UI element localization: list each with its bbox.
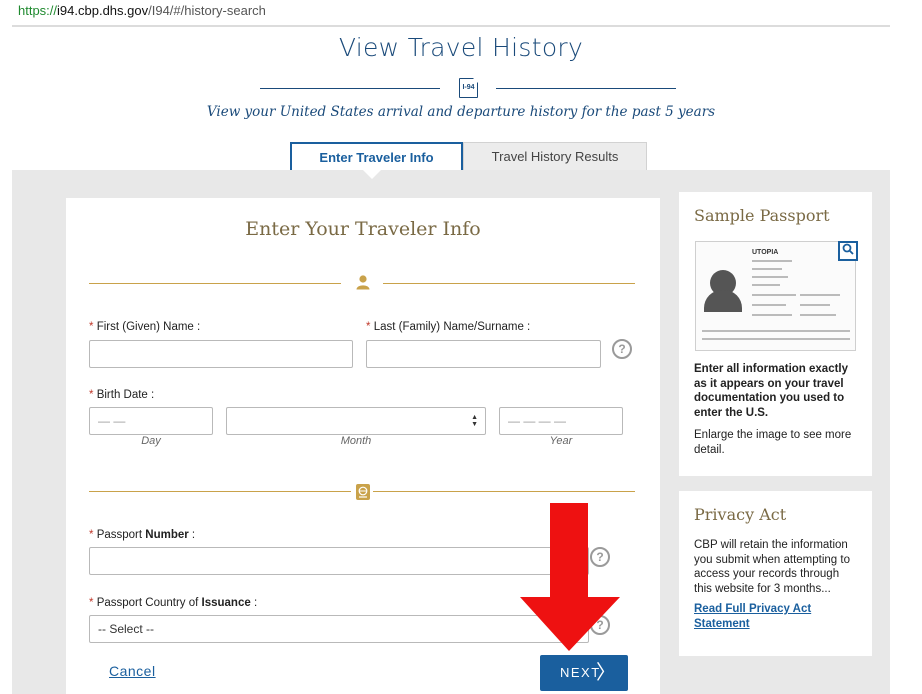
privacy-act-link[interactable]: Read Full Privacy Act Statement — [679, 602, 872, 631]
passport-country-label-colon: : — [250, 597, 258, 609]
passport-country-text: UTOPIA — [752, 249, 779, 256]
form-title: Enter Your Traveler Info — [245, 218, 481, 240]
birth-year-input[interactable]: — — — — — [499, 407, 623, 435]
year-sublabel: Year — [549, 435, 573, 447]
passport-divider-left — [89, 491, 351, 492]
required-marker: * — [366, 321, 371, 333]
tab-enter-traveler-info[interactable]: Enter Traveler Info — [290, 142, 463, 170]
next-button[interactable]: NEXT 〉 — [540, 655, 628, 691]
passport-text-line — [752, 314, 792, 316]
url-path: /I94/#/history-search — [148, 3, 266, 18]
passport-divider-right — [373, 491, 635, 492]
title-divider-right — [496, 88, 676, 89]
sample-passport-card: Sample Passport UTOPIA Enter all informa… — [679, 192, 872, 476]
passport-country-select[interactable]: -- Select -- — [89, 615, 589, 643]
passport-text-line — [752, 304, 786, 306]
next-button-label: NEXT — [560, 665, 601, 680]
month-sublabel: Month — [340, 435, 372, 447]
passport-country-label-text: Passport Country of — [96, 597, 202, 609]
tab-bar: Enter Traveler Info Travel History Resul… — [290, 142, 647, 170]
passport-number-label-bold: Number — [145, 529, 189, 541]
sample-passport-image[interactable]: UTOPIA — [695, 241, 856, 351]
passport-number-label: * Passport Number : — [89, 529, 195, 541]
red-arrow-annotation-icon — [520, 503, 622, 658]
privacy-act-title: Privacy Act — [694, 505, 787, 524]
passport-photo-body — [704, 290, 742, 312]
passport-text-line — [752, 284, 780, 286]
passport-text-line — [800, 314, 836, 316]
birth-date-label: * Birth Date : — [89, 389, 154, 401]
passport-text-line — [752, 268, 782, 270]
last-name-label-text: Last (Family) Name/Surname : — [373, 321, 531, 333]
person-icon — [353, 274, 373, 293]
active-tab-pointer — [363, 170, 381, 179]
first-name-input[interactable] — [89, 340, 353, 368]
passport-text-line — [800, 304, 830, 306]
passport-number-label-colon: : — [188, 529, 196, 541]
required-marker: * — [89, 389, 94, 401]
last-name-label: * Last (Family) Name/Surname : — [366, 321, 530, 333]
passport-text-line — [752, 294, 796, 296]
privacy-act-text: CBP will retain the information you subm… — [694, 539, 850, 595]
birth-date-label-text: Birth Date : — [96, 389, 155, 401]
name-help-icon[interactable]: ? — [612, 339, 632, 359]
passport-text-line — [752, 276, 788, 278]
last-name-input[interactable] — [366, 340, 601, 368]
url-bar[interactable]: https://i94.cbp.dhs.gov/I94/#/history-se… — [0, 0, 922, 22]
birth-day-input[interactable]: — — — [89, 407, 213, 435]
url-host: i94.cbp.dhs.gov — [57, 3, 149, 18]
passport-mrz-line — [702, 330, 850, 332]
title-divider-left — [260, 88, 440, 89]
passport-number-input[interactable] — [89, 547, 589, 575]
passport-country-label: * Passport Country of Issuance : — [89, 597, 257, 609]
url-scheme: https:// — [18, 3, 58, 18]
i94-document-icon: I-94 — [459, 78, 478, 98]
chevron-right-icon: 〉 — [596, 662, 616, 684]
day-sublabel: Day — [141, 435, 161, 447]
sample-passport-title: Sample Passport — [694, 206, 830, 225]
passport-mrz-line — [702, 338, 850, 340]
sample-passport-text: Enter all information exactly as it appe… — [679, 362, 872, 457]
birth-month-select[interactable]: ▲ ▼ — [226, 407, 486, 435]
tab-travel-history-results[interactable]: Travel History Results — [463, 142, 647, 170]
first-name-label-text: First (Given) Name : — [96, 321, 201, 333]
passport-icon — [354, 483, 372, 504]
sample-passport-enlarge-text: Enlarge the image to see more detail. — [694, 429, 852, 456]
url-divider — [12, 25, 890, 27]
magnify-icon[interactable] — [838, 241, 858, 261]
privacy-act-card: Privacy Act CBP will retain the informat… — [679, 491, 872, 656]
select-arrows-icon: ▲ ▼ — [471, 414, 478, 428]
passport-country-label-bold: Issuance — [201, 597, 251, 609]
page-subtitle: View your United States arrival and depa… — [206, 104, 716, 120]
sample-passport-instructions: Enter all information exactly as it appe… — [694, 363, 849, 419]
passport-text-line — [800, 294, 840, 296]
first-name-label: * First (Given) Name : — [89, 321, 200, 333]
page-title: View Travel History — [338, 33, 584, 62]
passport-number-label-text: Passport — [96, 529, 146, 541]
required-marker: * — [89, 321, 94, 333]
section-divider-right — [383, 283, 635, 284]
cancel-link[interactable]: Cancel — [109, 663, 156, 679]
passport-text-line — [752, 260, 792, 262]
section-divider-left — [89, 283, 341, 284]
required-marker: * — [89, 597, 94, 609]
required-marker: * — [89, 529, 94, 541]
